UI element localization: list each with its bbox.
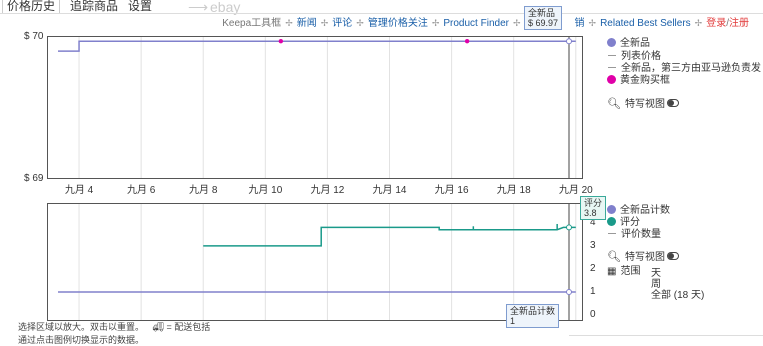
panel-divider <box>569 335 763 336</box>
link-related-best-sellers[interactable]: Related Best Sellers <box>600 18 691 29</box>
count-y-tick-label: 3 <box>590 239 596 251</box>
count-tooltip-value: 1 <box>510 316 516 326</box>
link-manage-tracking[interactable]: 管理价格关注 <box>368 14 428 29</box>
legend-line-icon <box>608 55 616 56</box>
link-bestsellers[interactable]: 销 <box>575 14 585 29</box>
count-tooltip-title: 全新品计数 <box>510 306 556 316</box>
tab-settings[interactable]: 设置 <box>124 0 156 14</box>
legend-dot-icon <box>607 38 616 47</box>
footer-shipping-note: = 配送包括 <box>166 322 211 332</box>
truck-icon: 🚚︎ <box>152 322 164 332</box>
close-up-view-toggle[interactable]: 🔍︎ 特写视图 <box>607 95 679 110</box>
range-all-label: 全部 <box>651 290 671 301</box>
link-product-finder[interactable]: Product Finder <box>443 18 509 29</box>
price-tooltip-title: 全新品 <box>528 8 556 18</box>
legend-buy-box-label: 黄金购买框 <box>620 75 670 86</box>
toggle-icon <box>666 99 679 107</box>
price-tooltip: 全新品 $ 69.97 <box>524 6 563 30</box>
link-reviews[interactable]: 评论 <box>332 14 352 29</box>
legend-buy-box[interactable]: 黄金购买框 <box>607 71 670 86</box>
price-x-tick-label: 九月 6 <box>126 185 156 196</box>
legend-review-count[interactable]: 评价数量 <box>607 225 661 240</box>
price-y-tick-top: $ 70 <box>24 31 44 42</box>
link-login[interactable]: 登录 <box>706 14 726 29</box>
price-x-tick-label: 九月 20 <box>558 185 593 196</box>
price-x-tick-label: 九月 10 <box>248 185 283 196</box>
price-x-tick-label: 九月 18 <box>496 185 531 196</box>
separator-icon: ✢ <box>588 18 597 28</box>
footer-hint-2: 通过点击图例切换显示的数据。 <box>18 335 145 345</box>
rating-tooltip-title: 评分 <box>584 198 603 208</box>
price-y-tick-bottom: $ 69 <box>24 173 44 184</box>
link-news[interactable]: 新闻 <box>297 14 317 29</box>
tab-price-history[interactable]: 价格历史 <box>2 0 61 14</box>
close-up-label: 特写视图 <box>624 99 665 110</box>
link-register[interactable]: 注册 <box>729 14 749 29</box>
legend-line-icon <box>608 67 616 68</box>
legend-line-icon <box>608 233 616 234</box>
count-y-tick-label: 0 <box>590 309 596 320</box>
price-tooltip-value: $ 69.97 <box>528 18 559 28</box>
price-x-tick-label: 九月 14 <box>372 185 407 196</box>
range-selector: ▦ 范围 <box>607 262 640 277</box>
tab-track-product[interactable]: 追踪商品 <box>66 0 122 14</box>
price-x-tick-label: 九月 8 <box>189 185 218 196</box>
rating-tooltip: 评分 3.8 <box>580 196 607 220</box>
separator-icon: ✢ <box>512 18 521 28</box>
rating-tooltip-value: 3.8 <box>584 208 597 218</box>
separator-icon: ✢ <box>431 18 440 28</box>
toggle-icon <box>666 252 679 260</box>
search-icon: 🔍︎ <box>607 98 621 110</box>
calendar-icon: ▦ <box>607 266 617 277</box>
link-keepa-toolbox[interactable]: Keepa工具框 <box>222 14 281 29</box>
footer-hint-1: 选择区域以放大。双击以重置。 🚚︎ = 配送包括 <box>18 320 210 333</box>
legend-dot-icon <box>607 75 616 84</box>
separator-icon: ✢ <box>320 18 329 28</box>
legend-review-count-label: 评价数量 <box>621 229 661 240</box>
count-chart-area[interactable] <box>47 203 583 321</box>
price-x-tick-label: 九月 12 <box>310 185 345 196</box>
range-all-detail: (18 天) <box>673 290 705 301</box>
separator-icon: ✢ <box>285 18 293 28</box>
price-x-tick-label: 九月 16 <box>434 185 469 196</box>
count-y-tick-label: 2 <box>590 262 596 274</box>
close-up-view-toggle-2[interactable]: 🔍︎ 特写视图 <box>607 248 679 263</box>
count-tooltip: 全新品计数 1 <box>506 304 560 328</box>
range-label: 范围 <box>620 266 641 277</box>
price-x-tick-label: 九月 4 <box>64 185 94 196</box>
top-link-bar: Keepa工具框✢新闻✢评论✢管理价格关注✢Product Finder✢找销✢… <box>222 14 749 29</box>
separator-icon: ✢ <box>356 18 364 28</box>
price-chart-area[interactable] <box>47 36 583 179</box>
separator-icon: ✢ <box>694 18 703 28</box>
range-all[interactable]: 全部 (18 天) <box>651 286 704 301</box>
count-y-tick-label: 1 <box>590 285 596 297</box>
footer-zoom-hint: 选择区域以放大。双击以重置。 <box>18 322 145 332</box>
